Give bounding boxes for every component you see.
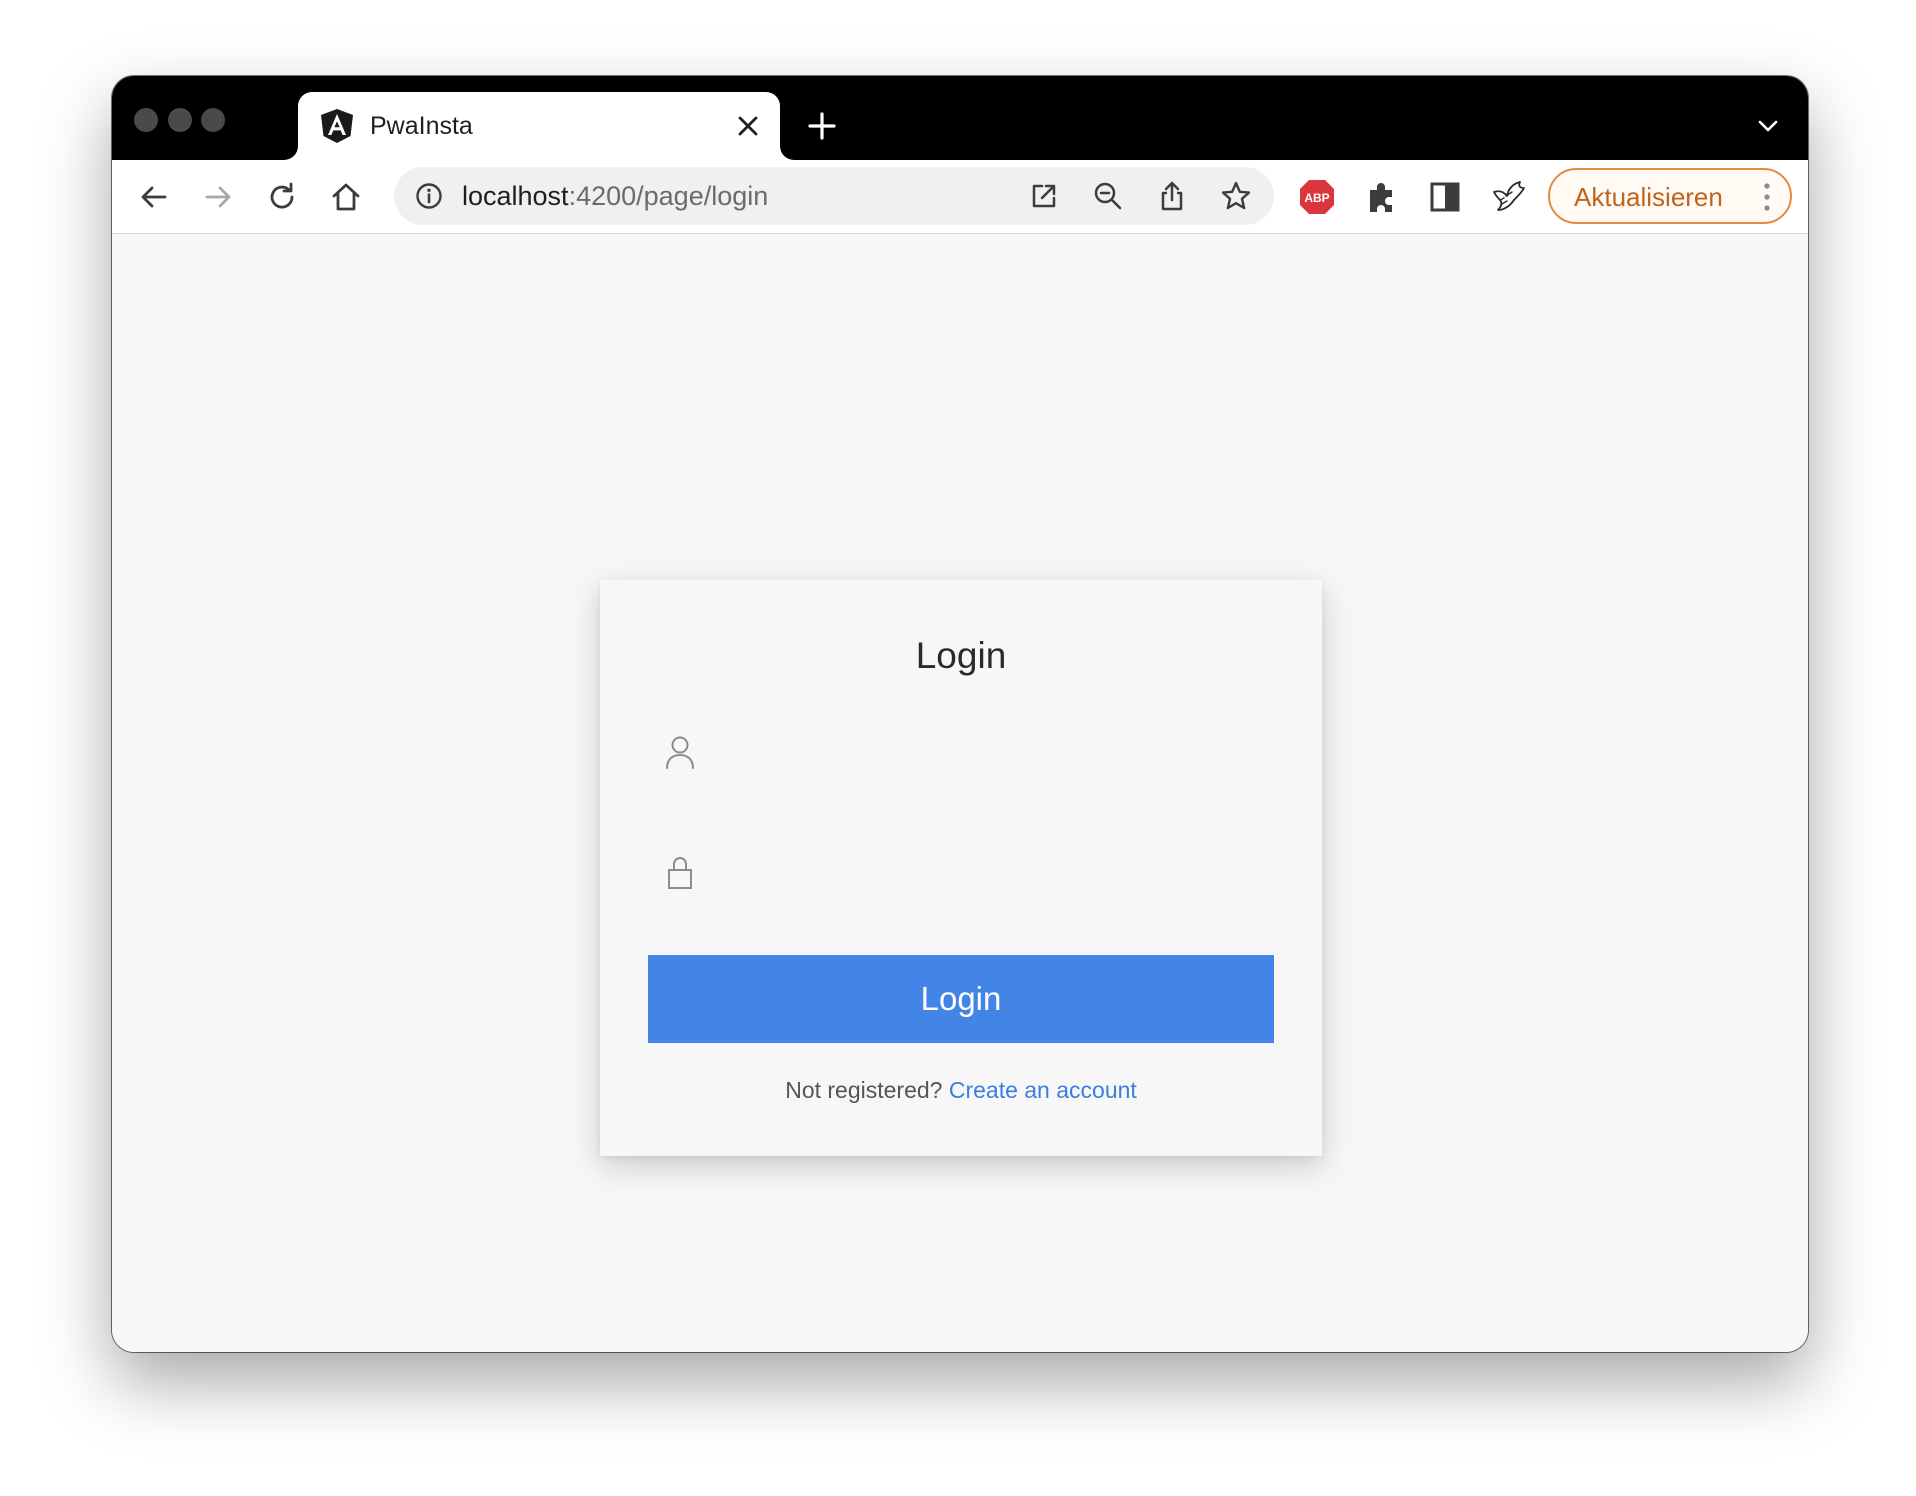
- lock-icon: [668, 857, 692, 889]
- update-button[interactable]: Aktualisieren: [1548, 168, 1792, 224]
- username-field[interactable]: [648, 720, 1274, 780]
- update-button-label: Aktualisieren: [1574, 182, 1723, 212]
- side-panel-icon[interactable]: [1426, 178, 1464, 216]
- register-prompt-text: Not registered?: [785, 1077, 943, 1103]
- svg-text:ABP: ABP: [1304, 191, 1329, 205]
- browser-toolbar: localhost:4200/page/login ABP Aktualisie…: [112, 160, 1808, 234]
- chevron-down-icon[interactable]: [1756, 116, 1780, 136]
- angular-icon: [321, 109, 353, 143]
- share-icon[interactable]: [1156, 180, 1188, 212]
- url-path: :4200/page/login: [568, 181, 769, 211]
- url-host: localhost: [462, 181, 569, 211]
- bird-icon[interactable]: [1490, 178, 1528, 216]
- info-icon[interactable]: [414, 181, 444, 211]
- home-icon[interactable]: [328, 179, 364, 215]
- new-tab-icon[interactable]: [806, 110, 838, 142]
- star-icon[interactable]: [1220, 180, 1252, 212]
- login-title: Login: [915, 635, 1007, 676]
- arrow-right-icon[interactable]: [200, 179, 236, 215]
- address-bar[interactable]: localhost:4200/page/login: [394, 167, 1274, 225]
- tab-title: PwaInsta: [370, 112, 473, 140]
- login-card: Login Login Not registered? Create an ac…: [600, 580, 1322, 1156]
- zoom-out-icon[interactable]: [1092, 180, 1124, 212]
- tab-active[interactable]: PwaInsta: [298, 92, 780, 160]
- url-text: localhost:4200/page/login: [462, 181, 768, 211]
- page-content: Login Login Not registered? Create an ac…: [112, 235, 1808, 1352]
- register-prompt: Not registered? Create an account: [600, 1076, 1322, 1104]
- close-window-button[interactable]: [134, 108, 158, 132]
- reload-icon[interactable]: [264, 179, 300, 215]
- username-input[interactable]: [718, 730, 1258, 770]
- user-icon: [666, 736, 694, 769]
- create-account-link[interactable]: Create an account: [949, 1077, 1137, 1103]
- tab-strip: PwaInsta: [112, 76, 1808, 160]
- password-field[interactable]: [648, 840, 1274, 900]
- login-button[interactable]: Login: [648, 955, 1274, 1043]
- more-options-icon[interactable]: [1764, 182, 1770, 212]
- puzzle-icon[interactable]: [1362, 178, 1400, 216]
- browser-window: PwaInsta localhost:4200/page/login ABP A…: [112, 76, 1808, 1352]
- close-tab-icon[interactable]: [734, 112, 762, 140]
- open-external-icon[interactable]: [1028, 180, 1060, 212]
- maximize-window-button[interactable]: [201, 108, 225, 132]
- arrow-left-icon[interactable]: [136, 179, 172, 215]
- password-input[interactable]: [718, 850, 1258, 890]
- minimize-window-button[interactable]: [168, 108, 192, 132]
- abp-icon[interactable]: ABP: [1298, 178, 1336, 216]
